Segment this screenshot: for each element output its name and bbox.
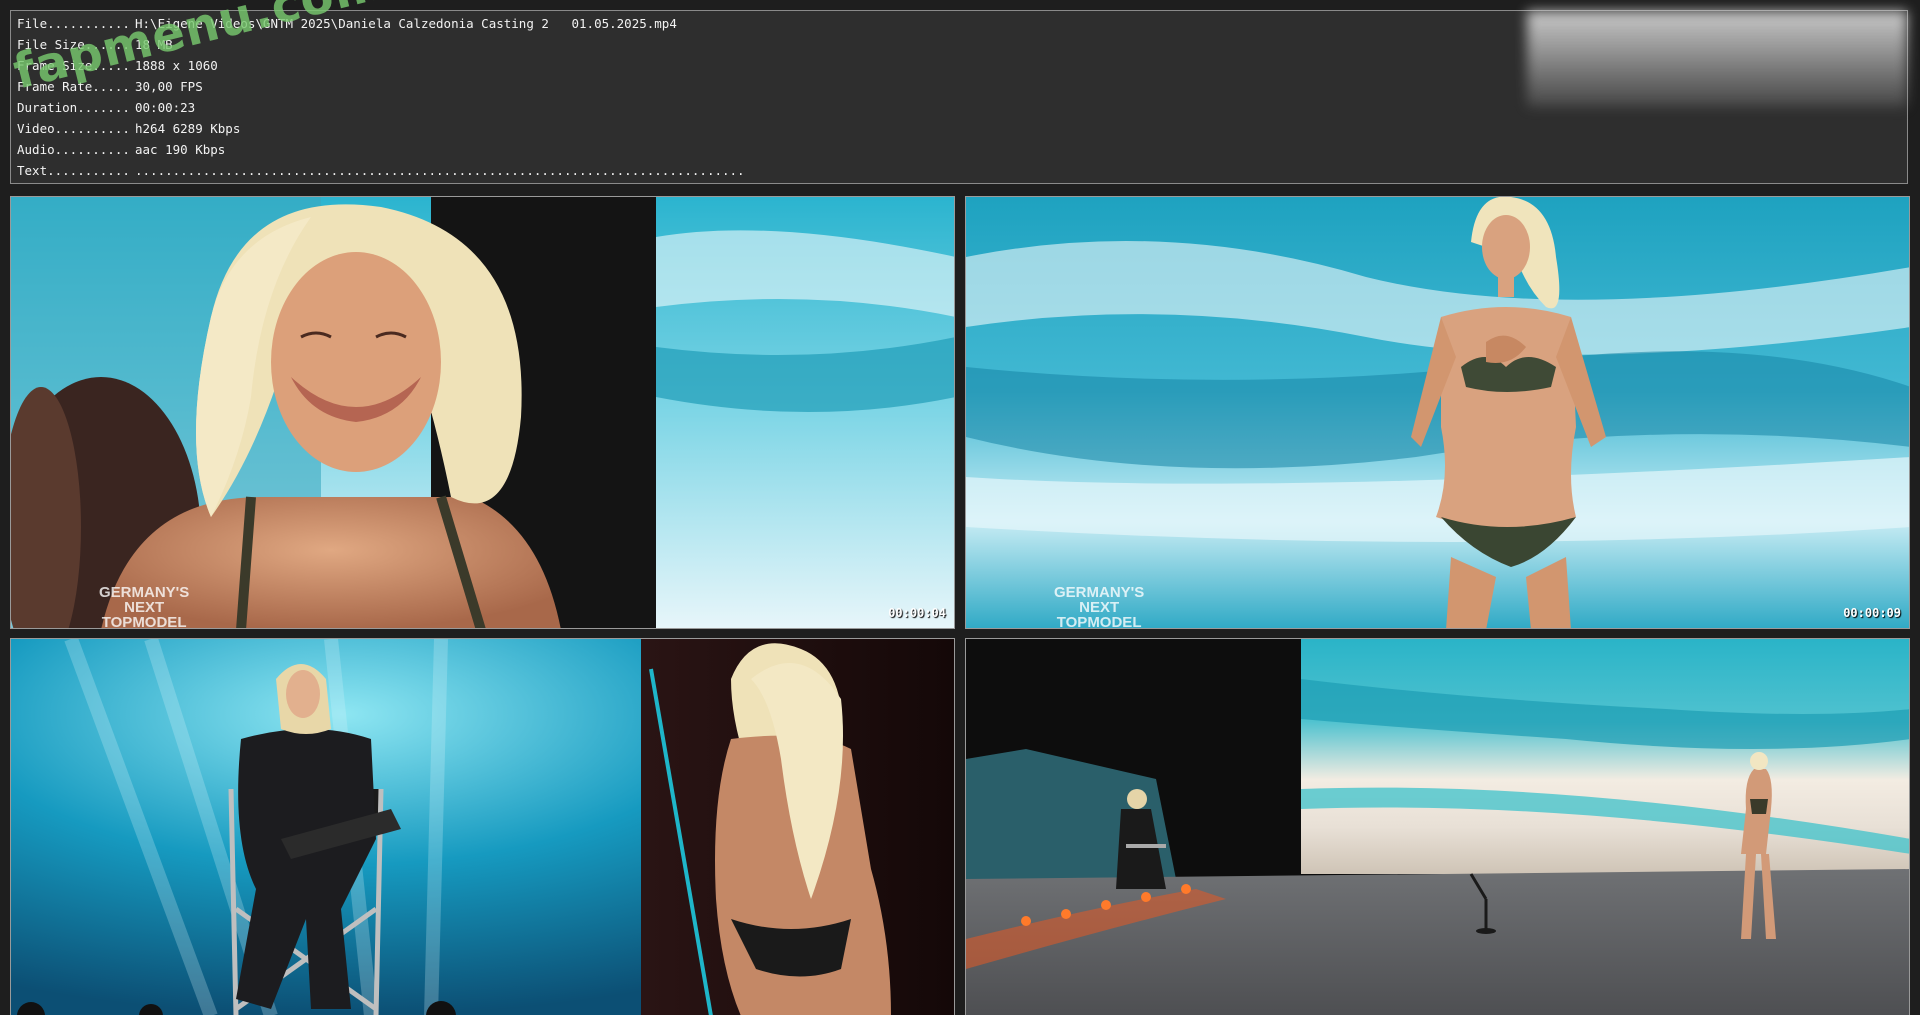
info-key: Audio.......... <box>17 142 130 157</box>
info-row-text: Text....................................… <box>17 160 745 181</box>
frame-1-timestamp: 00:00:04 <box>888 606 946 620</box>
thumbnail-frame-4[interactable] <box>965 638 1910 1015</box>
blurred-corner <box>1527 11 1907 107</box>
info-key: Video.......... <box>17 121 130 136</box>
info-value: aac 190 Kbps <box>135 142 226 157</box>
brand-line: TOPMODEL <box>101 614 187 629</box>
info-row-video: Video.......... h264 6289 Kbps <box>17 118 240 139</box>
frame-1-image <box>11 197 954 628</box>
info-row-audio: Audio.......... aac 190 Kbps <box>17 139 225 160</box>
brand-line: GERMANY'S <box>99 584 190 601</box>
frame-1-brand-logo: GERMANY'S NEXT TOPMODEL <box>99 584 190 629</box>
frame-4-image <box>966 639 1909 1015</box>
thumbnail-frame-3[interactable] <box>10 638 955 1015</box>
brand-line: NEXT <box>1079 599 1120 616</box>
brand-line: TOPMODEL <box>1056 614 1142 629</box>
thumbnail-frame-1[interactable]: GERMANY'S NEXT TOPMODEL 00:00:04 <box>10 196 955 629</box>
info-key: Text........... <box>17 163 130 178</box>
frame-2-image <box>966 197 1909 628</box>
frame-3-image <box>11 639 954 1015</box>
brand-line: NEXT <box>124 599 165 616</box>
info-value: 30,00 FPS <box>135 79 203 94</box>
media-info-panel: File........... H:\Eigene Videos\GNTM 202… <box>10 10 1908 184</box>
info-value: h264 6289 Kbps <box>135 121 241 136</box>
frame-2-timestamp: 00:00:09 <box>1843 606 1901 620</box>
thumbnail-frame-2[interactable]: GERMANY'S NEXT TOPMODEL 00:00:09 <box>965 196 1910 629</box>
info-row-duration: Duration....... 00:00:23 <box>17 97 195 118</box>
info-value: ........................................… <box>135 163 745 178</box>
brand-line: GERMANY'S <box>1054 584 1145 601</box>
info-value: 00:00:23 <box>135 100 196 115</box>
frame-2-brand-logo: GERMANY'S NEXT TOPMODEL <box>1054 584 1145 629</box>
info-key: Duration....... <box>17 100 130 115</box>
